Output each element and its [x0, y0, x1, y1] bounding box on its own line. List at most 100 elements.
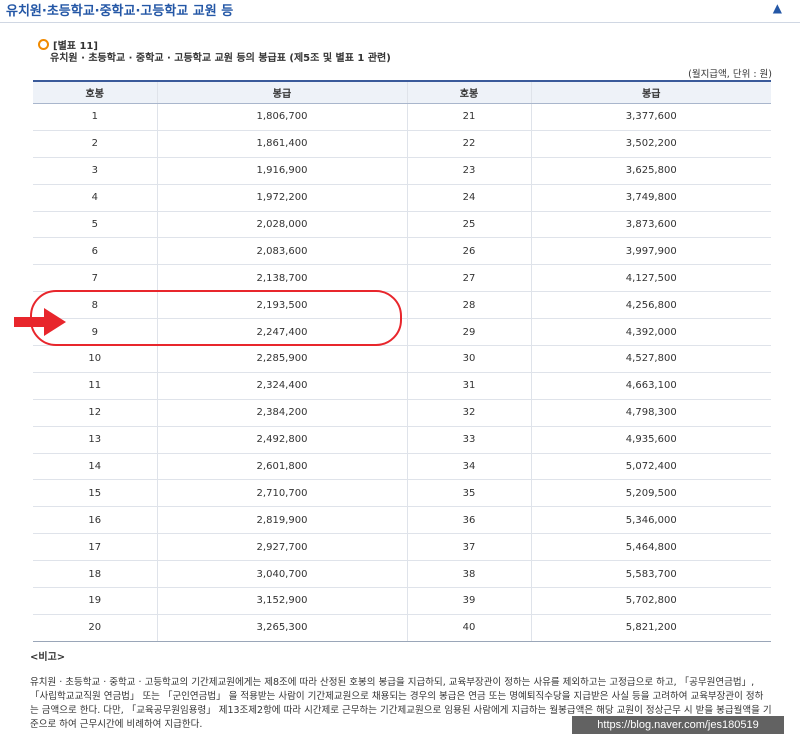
salary-cell: 3,749,800: [531, 184, 771, 212]
salary-cell: 2,083,600: [157, 237, 408, 266]
section-header: 유치원·초등학교·중학교·고등학교 교원 등 ▲: [0, 0, 800, 23]
salary-cell: 2,601,800: [157, 453, 408, 481]
table-row: 9 2,247,400 29 4,392,000: [33, 318, 771, 347]
step-cell: 20: [33, 614, 158, 642]
salary-cell: 3,502,200: [531, 130, 771, 158]
step-cell: 2: [33, 130, 158, 158]
blog-watermark: https://blog.naver.com/jes180519: [572, 716, 784, 734]
salary-cell: 4,935,600: [531, 426, 771, 454]
table-row: 5 2,028,000 25 3,873,600: [33, 211, 771, 239]
table-row: 1 1,806,700 21 3,377,600: [33, 103, 771, 131]
step-cell: 40: [407, 614, 532, 642]
step-cell: 6: [33, 237, 158, 266]
salary-cell: 2,710,700: [157, 479, 408, 508]
step-cell: 35: [407, 479, 532, 508]
step-cell: 12: [33, 399, 158, 427]
salary-cell: 2,927,700: [157, 533, 408, 562]
salary-cell: 3,265,300: [157, 614, 408, 642]
circle-bullet-icon: [38, 39, 49, 50]
step-cell: 39: [407, 587, 532, 615]
header-salary-left: 봉급: [157, 80, 408, 104]
salary-cell: 4,663,100: [531, 372, 771, 400]
table-row: 15 2,710,700 35 5,209,500: [33, 479, 771, 508]
table-row: 13 2,492,800 33 4,935,600: [33, 426, 771, 454]
step-cell: 30: [407, 345, 532, 373]
section-title: 유치원·초등학교·중학교·고등학교 교원 등: [6, 4, 234, 19]
table-row: 4 1,972,200 24 3,749,800: [33, 184, 771, 212]
step-cell: 1: [33, 103, 158, 131]
table-row: 8 2,193,500 28 4,256,800: [33, 291, 771, 320]
salary-cell: 2,247,400: [157, 318, 408, 347]
salary-cell: 5,209,500: [531, 479, 771, 508]
step-cell: 23: [407, 157, 532, 185]
salary-table: 호봉 봉급 호봉 봉급 1 1,806,700 21 3,377,600 2 1,861,…: [33, 80, 771, 642]
table-row: 11 2,324,400 31 4,663,100: [33, 372, 771, 400]
salary-cell: 4,127,500: [531, 264, 771, 293]
step-cell: 13: [33, 426, 158, 454]
salary-cell: 1,972,200: [157, 184, 408, 212]
table-row: 10 2,285,900 30 4,527,800: [33, 345, 771, 373]
step-cell: 17: [33, 533, 158, 562]
red-arrow-icon: [14, 308, 66, 336]
table-row: 6 2,083,600 26 3,997,900: [33, 237, 771, 266]
step-cell: 32: [407, 399, 532, 427]
collapse-arrow-icon[interactable]: ▲: [773, 1, 782, 15]
salary-cell: 2,324,400: [157, 372, 408, 400]
salary-cell: 2,492,800: [157, 426, 408, 454]
step-cell: 37: [407, 533, 532, 562]
table-header-row: 호봉 봉급 호봉 봉급: [33, 80, 771, 104]
salary-cell: 2,384,200: [157, 399, 408, 427]
table-row: 14 2,601,800 34 5,072,400: [33, 453, 771, 481]
step-cell: 34: [407, 453, 532, 481]
table-row: 3 1,916,900 23 3,625,800: [33, 157, 771, 185]
table-row: 2 1,861,400 22 3,502,200: [33, 130, 771, 158]
notes-heading: <비고>: [30, 652, 66, 663]
table-row: 16 2,819,900 36 5,346,000: [33, 506, 771, 535]
salary-cell: 2,285,900: [157, 345, 408, 373]
salary-cell: 1,806,700: [157, 103, 408, 131]
salary-cell: 5,346,000: [531, 506, 771, 535]
salary-cell: 5,821,200: [531, 614, 771, 642]
salary-cell: 5,464,800: [531, 533, 771, 562]
salary-cell: 3,873,600: [531, 211, 771, 239]
salary-cell: 4,527,800: [531, 345, 771, 373]
step-cell: 25: [407, 211, 532, 239]
salary-cell: 3,040,700: [157, 560, 408, 589]
step-cell: 26: [407, 237, 532, 266]
header-salary-right: 봉급: [531, 80, 771, 104]
salary-cell: 4,798,300: [531, 399, 771, 427]
step-cell: 29: [407, 318, 532, 347]
table-subtitle: 유치원 · 초등학교 · 중학교 · 고등학교 교원 등의 봉급표 (제5조 및…: [50, 53, 391, 64]
salary-cell: 5,583,700: [531, 560, 771, 589]
step-cell: 31: [407, 372, 532, 400]
salary-cell: 5,072,400: [531, 453, 771, 481]
salary-cell: 3,152,900: [157, 587, 408, 615]
salary-cell: 2,138,700: [157, 264, 408, 293]
step-cell: 24: [407, 184, 532, 212]
step-cell: 14: [33, 453, 158, 481]
step-cell: 4: [33, 184, 158, 212]
salary-cell: 3,377,600: [531, 103, 771, 131]
step-cell: 7: [33, 264, 158, 293]
salary-cell: 5,702,800: [531, 587, 771, 615]
salary-cell: 3,625,800: [531, 157, 771, 185]
table-row: 18 3,040,700 38 5,583,700: [33, 560, 771, 589]
step-cell: 3: [33, 157, 158, 185]
step-cell: 38: [407, 560, 532, 589]
salary-cell: 4,392,000: [531, 318, 771, 347]
step-cell: 5: [33, 211, 158, 239]
step-cell: 33: [407, 426, 532, 454]
step-cell: 19: [33, 587, 158, 615]
step-cell: 21: [407, 103, 532, 131]
table-row: 12 2,384,200 32 4,798,300: [33, 399, 771, 427]
table-row: 20 3,265,300 40 5,821,200: [33, 614, 771, 642]
salary-cell: 1,861,400: [157, 130, 408, 158]
salary-cell: 2,819,900: [157, 506, 408, 535]
step-cell: 16: [33, 506, 158, 535]
table-row: 19 3,152,900 39 5,702,800: [33, 587, 771, 615]
header-step-right: 호봉: [407, 80, 532, 104]
salary-cell: 4,256,800: [531, 291, 771, 320]
step-cell: 11: [33, 372, 158, 400]
unit-note: (월지급액, 단위 : 원): [688, 69, 772, 80]
salary-cell: 2,028,000: [157, 211, 408, 239]
